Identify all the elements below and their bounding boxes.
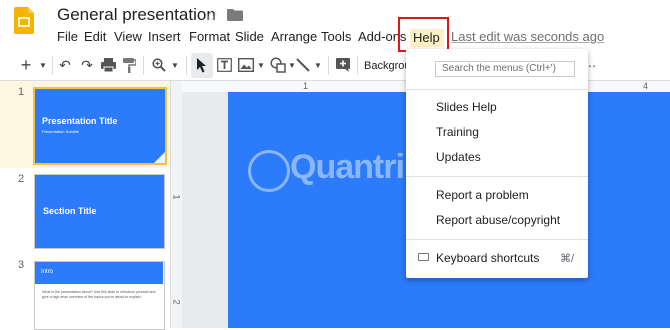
menu-tools[interactable]: Tools <box>321 29 351 44</box>
image-dropdown-icon[interactable]: ▼ <box>256 52 266 79</box>
page-curl <box>154 152 165 163</box>
undo-icon[interactable]: ↶ <box>56 52 74 79</box>
watermark-bulb-icon <box>248 150 290 192</box>
menu-file[interactable]: File <box>57 29 78 44</box>
text-box-icon[interactable] <box>217 58 232 72</box>
comment-icon[interactable] <box>336 58 350 72</box>
menu-edit[interactable]: Edit <box>84 29 106 44</box>
shapes-icon[interactable] <box>270 57 286 73</box>
menu-divider <box>406 89 588 90</box>
ruler-tick: 2 <box>171 299 182 305</box>
menu-item-slides-help[interactable]: Slides Help <box>436 100 497 114</box>
cursor-icon <box>197 58 206 73</box>
slide-number: 3 <box>18 259 25 271</box>
print-icon[interactable] <box>101 58 116 72</box>
menu-arrange[interactable]: Arrange <box>271 29 317 44</box>
slide-thumbnail-1[interactable]: Presentation Title Presentation Subtitle <box>33 87 167 165</box>
shortcut-hint: ⌘/ <box>560 253 575 265</box>
slide-thumbnail-2[interactable]: Section Title <box>34 174 165 249</box>
thumb-subtitle: Presentation Subtitle <box>42 129 79 134</box>
select-tool-button[interactable] <box>191 53 213 78</box>
ruler-tick: 4 <box>643 81 649 91</box>
zoom-icon[interactable] <box>152 58 166 72</box>
ruler-tick: 1 <box>303 81 309 91</box>
menu-divider <box>406 239 588 240</box>
background-button[interactable]: Backgrou <box>364 52 408 79</box>
toolbar-divider <box>52 56 53 75</box>
thumb-title: Presentation Title <box>42 116 118 126</box>
toolbar-divider <box>328 56 329 75</box>
image-icon[interactable] <box>238 58 254 72</box>
slide-number: 1 <box>18 86 25 98</box>
new-slide-dropdown-icon[interactable]: ▼ <box>38 52 48 79</box>
star-icon[interactable]: ☆ <box>204 6 218 26</box>
menu-slide[interactable]: Slide <box>235 29 264 44</box>
thumb-title: Section Title <box>43 206 97 216</box>
menu-format[interactable]: Format <box>189 29 230 44</box>
redo-icon[interactable]: ↷ <box>78 52 96 79</box>
new-slide-button[interactable]: + <box>16 52 36 79</box>
folder-icon[interactable] <box>227 9 243 21</box>
menu-item-updates[interactable]: Updates <box>436 150 481 164</box>
search-menus-input[interactable]: Search the menus (Ctrl+') <box>435 61 575 77</box>
toolbar-divider <box>357 56 358 75</box>
thumb-title: Intro <box>41 269 54 275</box>
menu-item-report-abuse[interactable]: Report abuse/copyright <box>436 213 560 227</box>
menu-item-training[interactable]: Training <box>436 125 479 139</box>
menu-view[interactable]: View <box>114 29 142 44</box>
line-dropdown-icon[interactable]: ▼ <box>313 52 323 79</box>
line-icon[interactable] <box>296 58 310 72</box>
slides-logo-icon[interactable] <box>14 7 34 34</box>
thumb-body: What is the presentation about? Use this… <box>42 290 156 299</box>
document-title[interactable]: General presentation <box>57 5 216 25</box>
toolbar-divider <box>186 56 187 75</box>
ruler-tick: 1 <box>171 194 182 200</box>
slide-number: 2 <box>18 173 25 185</box>
last-edit-status[interactable]: Last edit was seconds ago <box>451 29 604 44</box>
menu-item-keyboard-shortcuts[interactable]: Keyboard shortcuts <box>436 251 539 265</box>
help-dropdown-menu <box>406 49 588 278</box>
zoom-dropdown-icon[interactable]: ▼ <box>170 52 180 79</box>
menu-divider <box>406 176 588 177</box>
menu-insert[interactable]: Insert <box>148 29 181 44</box>
toolbar-divider <box>143 56 144 75</box>
thumb-header: Intro <box>35 262 163 284</box>
paint-format-icon[interactable] <box>123 58 136 73</box>
keyboard-icon <box>418 253 429 261</box>
menu-item-report-problem[interactable]: Report a problem <box>436 188 529 202</box>
help-highlight-box <box>398 17 449 52</box>
